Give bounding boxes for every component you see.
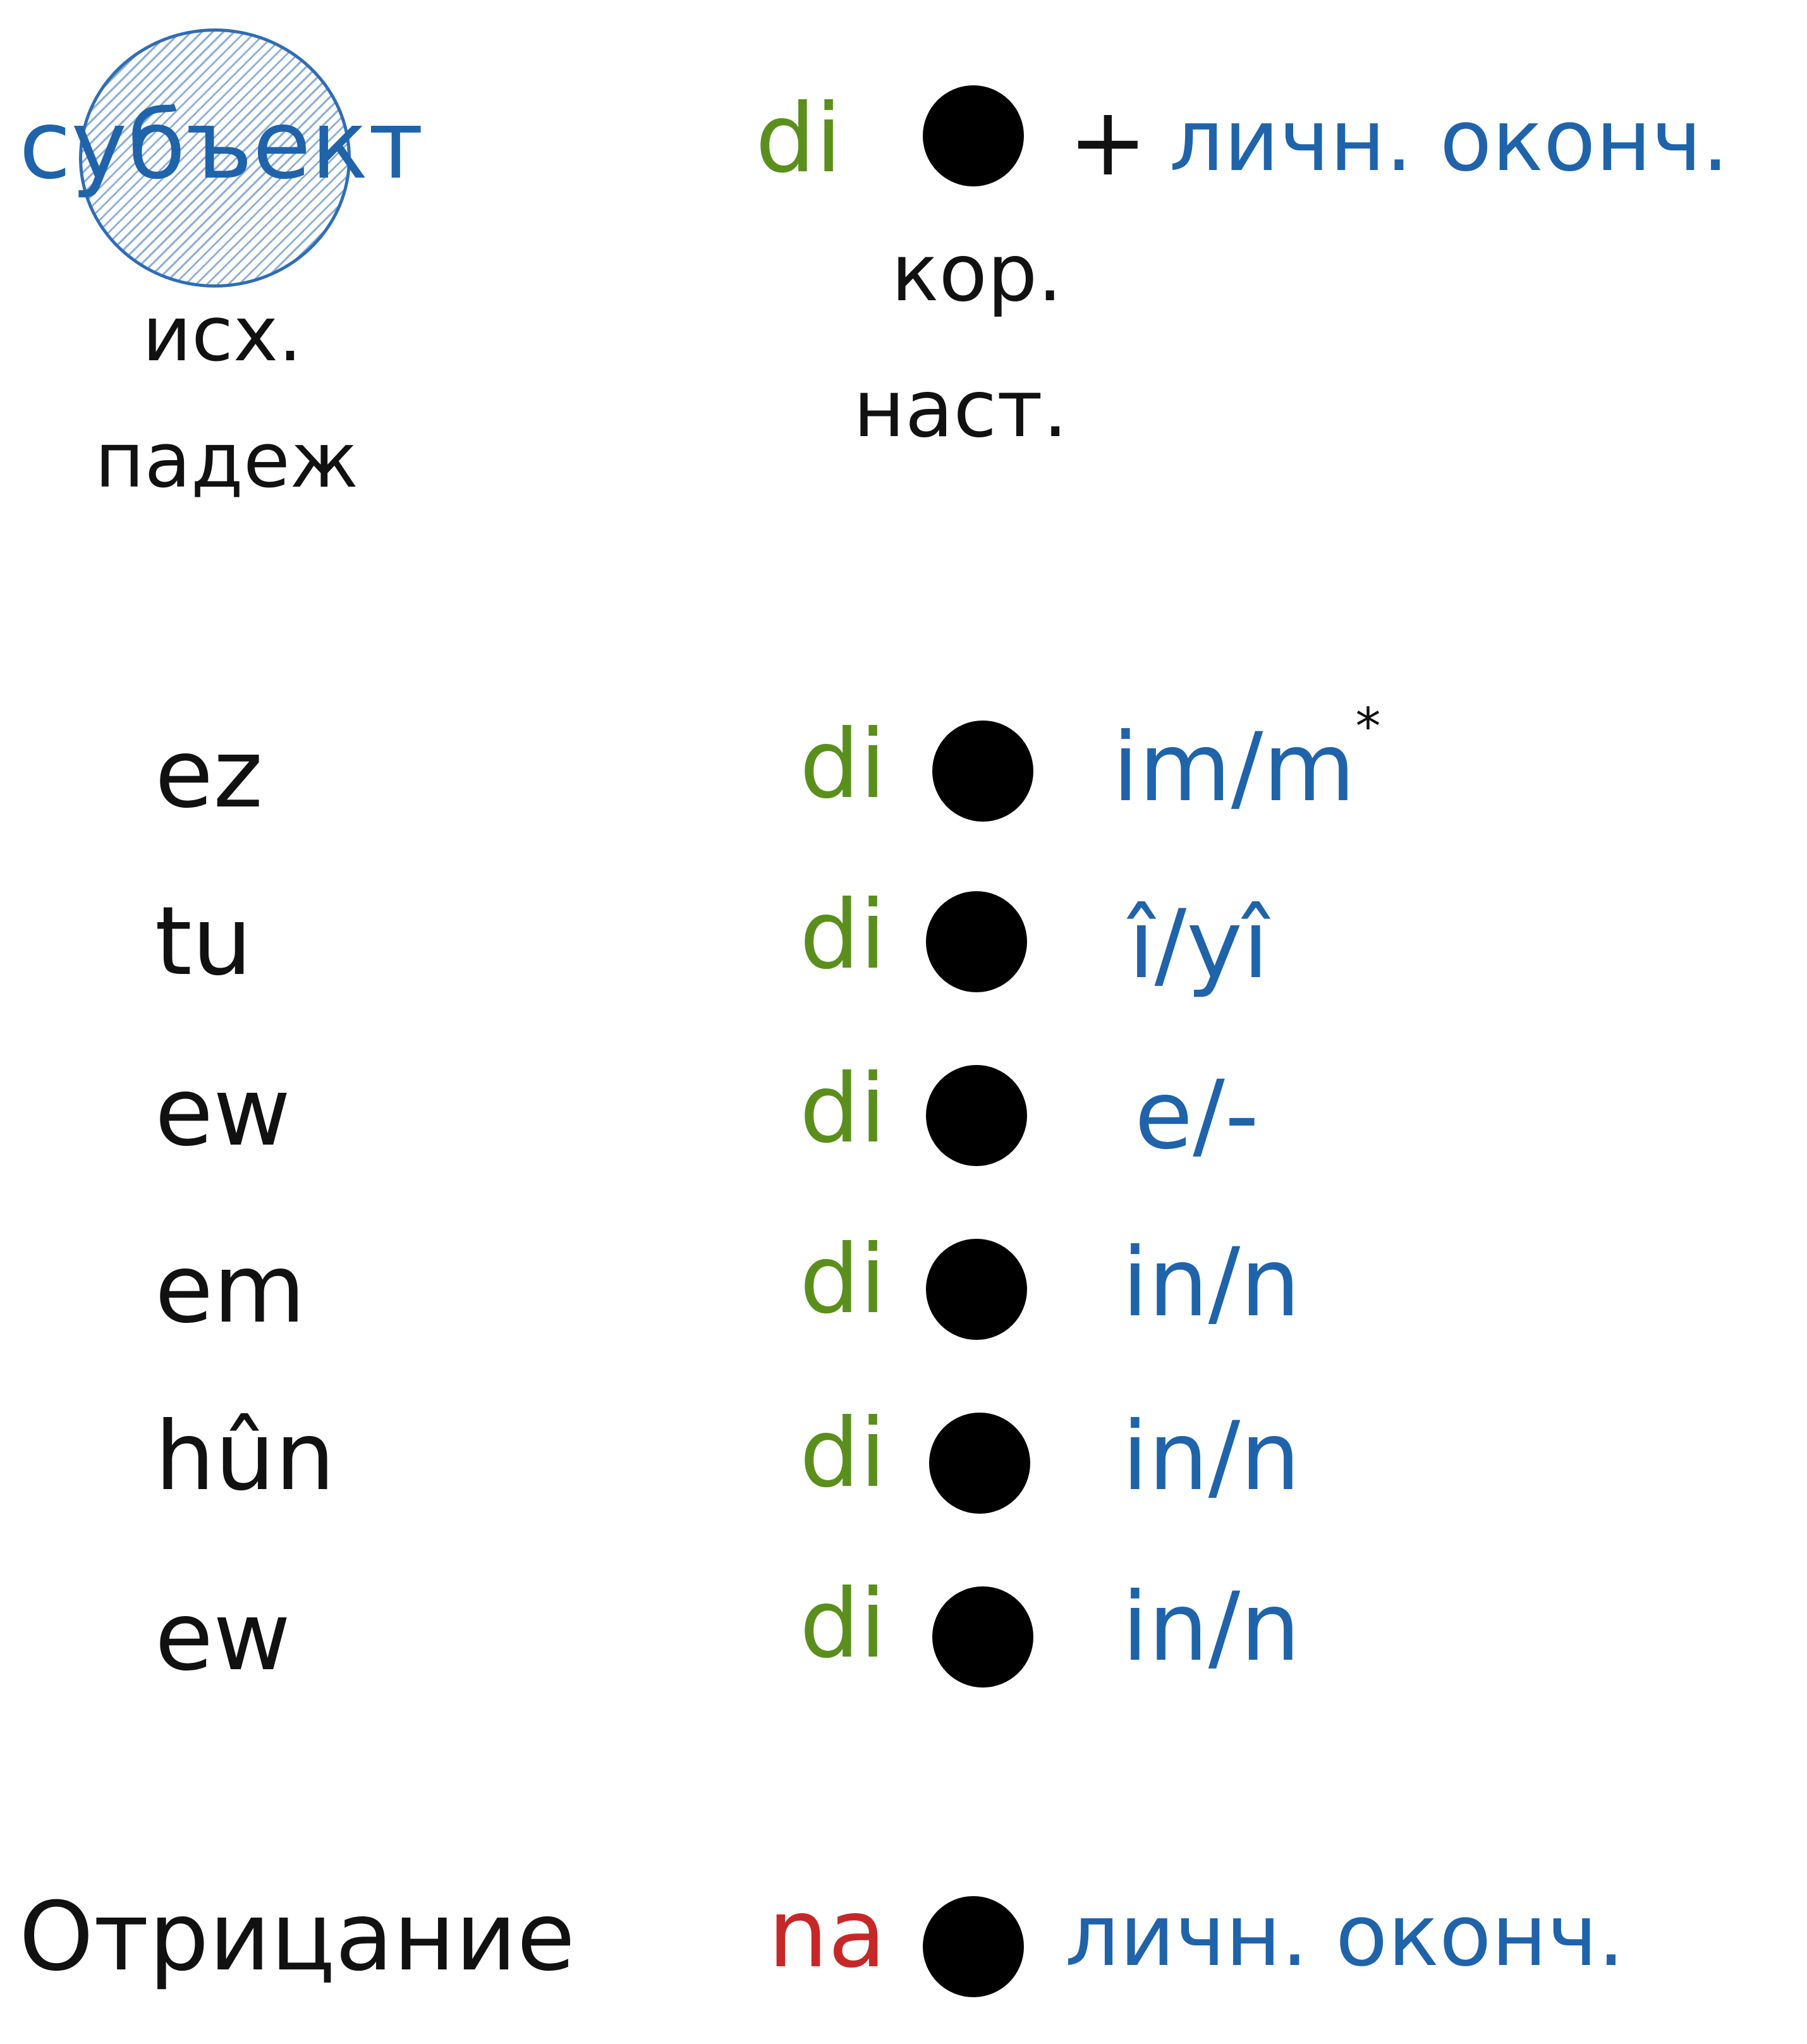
case-label-line1: исх. [142,291,303,379]
root-dot [923,85,1024,186]
formula-plus: + [1068,87,1148,197]
pronoun: ew [155,1582,291,1692]
row-root-dot [926,891,1027,992]
negation-ending: личн. оконч. [1065,1886,1625,1985]
row-ending: e/- [1135,1061,1259,1171]
tense-label: наст. [853,363,1068,455]
row-verb: di [800,1054,886,1164]
case-label-line2: падеж [95,417,358,505]
row-ending: in/n [1122,1402,1301,1512]
row-ending-text: im/m [1112,713,1356,823]
row-verb: di [800,880,886,990]
row-root-dot [932,1586,1033,1688]
row-ending: in/n [1122,1573,1301,1682]
pronoun: ew [155,1057,291,1167]
row-root-dot [926,1065,1027,1166]
root-label: кор. [891,228,1063,319]
row-verb: di [800,1569,886,1679]
negation-particle: na [768,1879,886,1989]
row-verb: di [800,1399,886,1509]
formula-ending: личн. оконч. [1169,91,1729,190]
pronoun: em [155,1234,306,1344]
row-verb: di [800,1225,886,1335]
row-root-dot [929,1413,1030,1514]
footnote-asterisk: * [1355,697,1381,756]
negation-root-dot [923,1896,1024,1997]
pronoun: hûn [155,1402,336,1512]
row-ending: in/n [1122,1228,1301,1338]
pronoun: ez [155,719,264,829]
subject-label: субъект [19,90,423,200]
formula-verb: di [755,84,842,194]
row-verb: di [800,710,886,820]
row-root-dot [926,1239,1027,1340]
pronoun: tu [155,887,252,997]
negation-label: Отрицание [19,1882,576,1992]
row-ending: im/m* [1112,702,1380,816]
row-ending: î/yî [1128,890,1269,1000]
row-root-dot [932,721,1033,822]
